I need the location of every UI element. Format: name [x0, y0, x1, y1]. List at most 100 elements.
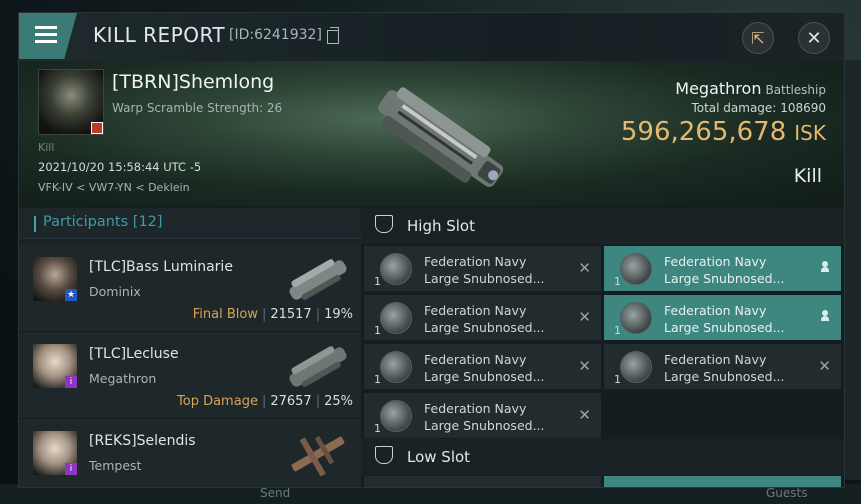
tempest-ship-image — [291, 436, 345, 477]
high-slot-label: High Slot — [407, 217, 475, 235]
high-slot-header[interactable]: High Slot — [361, 208, 844, 244]
module-qty: 1 — [374, 275, 381, 288]
participants-panel: Participants [12] ★ [TLC]Bass Luminarie … — [19, 208, 361, 487]
low-slot-label: Low Slot — [407, 448, 471, 466]
turret-icon — [380, 253, 412, 285]
kill-location[interactable]: VFK-IV < VW7-YN < Deklein — [38, 181, 190, 194]
module-qty: 1 — [374, 422, 381, 435]
participant-damage: 21517 — [270, 307, 312, 322]
participant-damage: 27657 — [270, 394, 312, 409]
turret-icon — [380, 351, 412, 383]
title-bar: KILL REPORT [ID:6241932] ⇱ ✕ — [19, 13, 844, 62]
participant-stats: Top Damage | 27657 | 25% — [177, 394, 353, 409]
info-badge-icon: i — [65, 376, 77, 388]
kill-result: Kill — [793, 165, 822, 187]
participant-stats: Final Blow | 21517 | 19% — [192, 307, 353, 322]
dominix-ship-image — [289, 259, 347, 300]
participant-row[interactable]: i [REKS]Selendis Tempest — [19, 419, 361, 487]
destroyed-x-icon: ✕ — [578, 259, 591, 277]
module-name: Federation Navy Large Snubnosed... — [424, 401, 545, 433]
copy-icon[interactable] — [327, 27, 339, 44]
module-item[interactable]: 1 Federation Navy Large Snubnosed... — [604, 246, 841, 291]
module-name: Federation Navy Large Snubnosed... — [664, 352, 785, 384]
module-name: Federation Navy Large Snubnosed... — [424, 352, 545, 384]
header-accent — [34, 216, 36, 232]
module-qty: 1 — [614, 373, 621, 386]
participant-avatar[interactable]: i — [33, 431, 77, 475]
ship-type: Megathron — [675, 79, 762, 98]
star-badge-icon: ★ — [65, 289, 77, 301]
destroyed-x-icon: ✕ — [578, 406, 591, 424]
isk-amount: 596,265,678 — [620, 117, 787, 147]
participant-ship: Dominix — [89, 284, 141, 299]
module-qty: 1 — [614, 275, 621, 288]
module-name: Federation Navy Large Snubnosed... — [424, 303, 545, 335]
dropped-person-icon — [821, 261, 829, 272]
ship-name[interactable]: Megathron Battleship — [675, 79, 826, 98]
participant-name: [REKS]Selendis — [89, 433, 196, 449]
top-damage-tag: Top Damage — [177, 394, 258, 409]
participants-title: Participants [12] — [43, 214, 163, 230]
fitting-panel: High Slot 1 Federation Navy Large Snubnos… — [361, 208, 844, 487]
total-damage-label: Total damage: — [691, 101, 777, 115]
module-item[interactable] — [604, 476, 841, 487]
low-slot-icon — [375, 446, 393, 464]
isk-unit: ISK — [794, 121, 826, 145]
info-badge-icon: i — [65, 463, 77, 475]
module-qty: 1 — [374, 373, 381, 386]
close-button[interactable]: ✕ — [798, 22, 830, 54]
module-name: Federation Navy Large Snubnosed... — [424, 254, 545, 286]
isk-value: 596,265,678 ISK — [621, 117, 826, 147]
module-qty: 1 — [374, 324, 381, 337]
kill-tag: Kill — [38, 141, 55, 154]
hamburger-icon — [35, 26, 57, 47]
module-item[interactable]: 1 Federation Navy Large Snubnosed... ✕ — [364, 344, 601, 389]
external-link-icon: ⇱ — [751, 28, 765, 48]
module-item[interactable]: 1 Federation Navy Large Snubnosed... ✕ — [364, 246, 601, 291]
hostile-badge-icon — [91, 122, 103, 134]
module-item[interactable]: 1 Federation Navy Large Snubnosed... ✕ — [364, 295, 601, 340]
send-button[interactable]: Send — [260, 486, 290, 500]
participant-ship: Megathron — [89, 371, 157, 386]
participants-count: [12] — [132, 214, 163, 230]
module-item[interactable] — [364, 476, 601, 487]
turret-icon — [380, 400, 412, 432]
ship-class: Battleship — [765, 83, 826, 97]
kill-datetime: 2021/10/20 15:58:44 UTC -5 — [38, 160, 202, 174]
module-name: Federation Navy Large Snubnosed... — [664, 254, 785, 286]
victim-subtitle: Warp Scramble Strength: 26 — [112, 101, 283, 115]
module-qty: 1 — [614, 324, 621, 337]
module-item[interactable]: 1 Federation Navy Large Snubnosed... ✕ — [604, 344, 841, 389]
turret-icon — [620, 253, 652, 285]
kill-summary: [TBRN]Shemlong Warp Scramble Strength: 2… — [19, 61, 844, 206]
participant-row[interactable]: ★ [TLC]Bass Luminarie Dominix Final Blow… — [19, 245, 361, 332]
participant-row[interactable]: i [TLC]Lecluse Megathron Top Damage | 2765… — [19, 332, 361, 419]
participant-name: [TLC]Bass Luminarie — [89, 259, 233, 275]
close-icon: ✕ — [806, 27, 822, 49]
kill-report-window: KILL REPORT [ID:6241932] ⇱ ✕ [TBRN]Sheml… — [18, 12, 845, 488]
module-item[interactable]: 1 Federation Navy Large Snubnosed... — [604, 295, 841, 340]
destroyed-x-icon: ✕ — [818, 357, 831, 375]
participant-name: [TLC]Lecluse — [89, 346, 179, 362]
total-damage: Total damage: 108690 — [691, 101, 826, 115]
destroyed-x-icon: ✕ — [578, 357, 591, 375]
megathron-ship-image — [289, 346, 347, 387]
participant-percent: 25% — [324, 394, 353, 409]
megathron-ship-image[interactable] — [359, 77, 519, 205]
high-slot-icon — [375, 215, 393, 233]
victim-avatar[interactable] — [38, 69, 104, 135]
participant-avatar[interactable]: i — [33, 344, 77, 388]
participant-percent: 19% — [324, 307, 353, 322]
victim-name[interactable]: [TBRN]Shemlong — [112, 71, 274, 93]
share-button[interactable]: ⇱ — [742, 22, 774, 54]
turret-icon — [620, 302, 652, 334]
participant-avatar[interactable]: ★ — [33, 257, 77, 301]
dropped-person-icon — [821, 310, 829, 321]
low-slot-header[interactable]: Low Slot — [361, 439, 844, 475]
participants-header[interactable]: Participants [12] — [19, 208, 361, 239]
menu-button[interactable] — [19, 13, 77, 59]
final-blow-tag: Final Blow — [192, 307, 258, 322]
guests-label: Guests — [766, 486, 808, 500]
module-item[interactable]: 1 Federation Navy Large Snubnosed... ✕ — [364, 393, 601, 438]
turret-icon — [380, 302, 412, 334]
